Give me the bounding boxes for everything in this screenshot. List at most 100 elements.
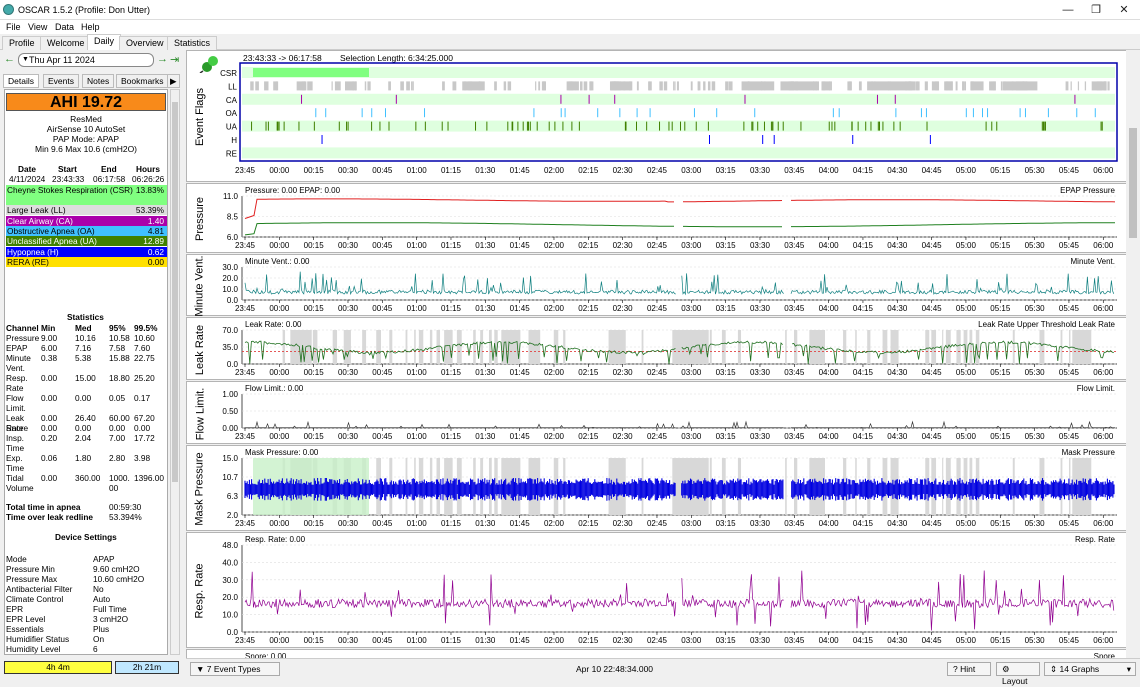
graph-plot[interactable]: Minute Vent.: 0.00 Minute Vent. 30.0 20.0 10… [187, 255, 1130, 317]
event-summary-row[interactable]: Large Leak (LL) 53.39% [6, 205, 167, 216]
tab-daily[interactable]: Daily [87, 34, 122, 50]
event-summary-row[interactable]: Obstructive Apnea (OA) 4.81 [6, 225, 167, 236]
maximize-icon[interactable]: ❐ [1084, 3, 1108, 17]
subtab-scroll-right-icon[interactable]: ▶ [167, 74, 180, 88]
ll-flag [932, 81, 937, 91]
leak-shade [641, 330, 644, 364]
next-day-arrow-icon[interactable]: → [157, 53, 168, 65]
session-start: 23:43:33 [52, 174, 85, 184]
x-tick-label: 03:00 [681, 636, 702, 645]
ll-flag [761, 81, 775, 91]
event-summary-row[interactable]: Clear Airway (CA) 1.40 [6, 215, 167, 226]
subtab-details[interactable]: Details [3, 74, 39, 88]
tab-statistics[interactable]: Statistics [167, 36, 218, 50]
close-icon[interactable]: ✕ [1112, 3, 1136, 17]
graph-plot[interactable]: Mask Pressure: 0.00 Mask Pressure 15.0 10.7… [187, 446, 1130, 532]
device-setting-cell: 6 [93, 644, 98, 654]
x-tick-label: 23:45 [235, 636, 256, 645]
graph-title: Mask Pressure: 0.00 [245, 448, 319, 457]
ll-flag [1104, 81, 1107, 91]
menu-file[interactable]: File [6, 22, 21, 32]
event-types-dropdown[interactable]: ▼ 7 Event Types [190, 662, 280, 676]
flag-tick [298, 121, 300, 131]
minimize-icon[interactable]: — [1056, 3, 1080, 17]
event-flags-graph[interactable]: Event Flags 23:43:33 -> 06:17:58 Selecti… [186, 50, 1129, 182]
graphs-dropdown[interactable]: ⇕ 14 Graphs ▾ [1044, 662, 1136, 676]
tab-overview[interactable]: Overview [119, 36, 171, 50]
stats-cell: 7.60 [134, 343, 151, 353]
graph-plot[interactable]: Flow Limit.: 0.00 Flow Limit.1.000.500.00… [187, 382, 1130, 445]
hint-button[interactable]: ? Hint [947, 662, 991, 676]
x-tick-label: 04:00 [819, 519, 840, 528]
tab-profile[interactable]: Profile [2, 36, 42, 50]
layout-button[interactable]: ⚙ Layout [996, 662, 1040, 686]
x-tick-label: 02:30 [613, 304, 634, 313]
stats-cell: Resp. Rate [6, 373, 28, 393]
x-tick-label: 01:00 [407, 432, 428, 441]
flag-tick [777, 121, 779, 131]
pill-usage-1[interactable]: 4h 4m [4, 661, 112, 674]
ll-flag [946, 81, 949, 91]
scrollbar-thumb[interactable] [172, 102, 178, 482]
flag-tick [1019, 108, 1021, 118]
graph-minvent[interactable]: Minute Vent. Minute Vent.: 0.00 Minute Ven… [186, 254, 1130, 317]
event-summary-row[interactable]: Hypopnea (H) 0.62 [6, 246, 167, 257]
calendar-pills: 4h 4m 2h 21m [0, 658, 185, 680]
event-summary-row[interactable]: Unclassified Apnea (UA) 12.89 [6, 236, 167, 247]
x-tick-label: 04:45 [922, 304, 943, 313]
graphs-scrollbar[interactable] [1126, 50, 1140, 658]
graph-resp[interactable]: Resp. Rate Resp. Rate: 0.00 Resp. Rate 48.0… [186, 532, 1129, 648]
flags-time-tick: 01:00 [407, 166, 428, 175]
pill-usage-2[interactable]: 2h 21m [115, 661, 179, 674]
prev-day-arrow-icon[interactable]: ← [4, 53, 15, 65]
stats-cell: 18.80 [109, 373, 130, 383]
event-value: 1.40 [147, 215, 164, 226]
flag-tick [743, 121, 745, 131]
graph-flow[interactable]: Flow Limit. Flow Limit.: 0.00 Flow Limit. 1… [186, 381, 1129, 444]
event-summary-row[interactable]: Cheyne Stokes Respiration (CSR) 13.83% [6, 185, 167, 205]
graph-mask[interactable]: Mask Pressure Mask Pressure: 0.00 Mask Pre… [186, 445, 1129, 531]
flag-tick [926, 121, 928, 131]
flag-tick [441, 121, 443, 131]
graph-plot[interactable]: Leak Rate: 0.00 Leak Rate Upper Threshold… [187, 318, 1130, 381]
menu-bar: File View Data Help [0, 20, 1140, 34]
flag-tick [533, 108, 535, 118]
flag-tick [347, 121, 349, 131]
graph-title: Flow Limit.: 0.00 [245, 384, 304, 393]
subtab-events[interactable]: Events [43, 74, 79, 88]
details-scrollbar[interactable] [170, 89, 180, 655]
x-tick-label: 05:45 [1059, 432, 1080, 441]
graph-pressure[interactable]: Pressure Pressure: 0.00 EPAP: 0.00 EPAP Pr… [186, 183, 1129, 253]
flag-tick [929, 135, 931, 144]
stats-header: Med [75, 323, 92, 333]
stats-cell: 3.98 [134, 453, 151, 463]
ll-flag [858, 81, 862, 91]
cursor-datetime: Apr 10 22:48:34.000 [576, 664, 654, 674]
x-tick-label: 02:45 [647, 304, 668, 313]
layout-label: Layout [1002, 676, 1028, 686]
graph-plot[interactable]: Resp. Rate: 0.00 Resp. Rate 48.0 40.0 30.0 20… [187, 533, 1130, 649]
x-tick-label: 03:00 [681, 432, 702, 441]
graphs-label: 14 Graphs [1059, 664, 1100, 674]
date-picker[interactable]: ▼ Thu Apr 11 2024 [18, 53, 154, 67]
event-flags-plot[interactable]: CSR LL CA OA UA H RE 23:45 00:00 00:15 00:30 00:45 0… [187, 51, 1130, 183]
leak-shade [867, 330, 871, 364]
subtab-notes[interactable]: Notes [82, 74, 115, 88]
menu-view[interactable]: View [28, 22, 47, 32]
graph-plot[interactable]: Pressure: 0.00 EPAP: 0.00 EPAP Pressure 11… [187, 184, 1130, 254]
ll-flag [580, 81, 583, 91]
tab-welcome[interactable]: Welcome [40, 36, 92, 50]
x-tick-label: 05:15 [990, 241, 1011, 250]
menu-data[interactable]: Data [55, 22, 74, 32]
last-day-arrow-icon[interactable]: ⇥ [170, 53, 179, 66]
menu-help[interactable]: Help [81, 22, 100, 32]
flag-tick [560, 108, 562, 118]
stats-cell: 0.05 [109, 393, 126, 403]
graph-leak[interactable]: Leak Rate Leak Rate: 0.00 Leak Rate Upper … [186, 317, 1129, 380]
subtab-bookmarks[interactable]: Bookmarks [116, 74, 169, 88]
flag-tick [838, 108, 840, 118]
gear-icon: ⚙ [1002, 664, 1010, 674]
event-summary-row[interactable]: RERA (RE) 0.00 [6, 256, 167, 267]
graphs-scrollbar-thumb[interactable] [1129, 128, 1137, 238]
x-tick-label: 00:00 [269, 519, 290, 528]
